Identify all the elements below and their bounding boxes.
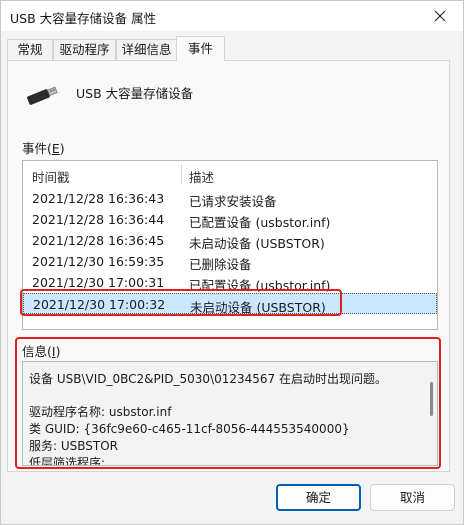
column-header-timestamp[interactable]: 时间戳 [32, 167, 70, 186]
event-time: 2021/12/30 17:00:31 [32, 275, 165, 290]
list-item[interactable]: 2021/12/28 16:36:45 未启动设备 (USBSTOR) [23, 230, 437, 251]
event-time: 2021/12/28 16:36:43 [32, 191, 165, 206]
column-header-description[interactable]: 描述 [189, 167, 214, 186]
event-time: 2021/12/30 17:00:32 [33, 297, 166, 312]
event-time: 2021/12/30 16:59:35 [32, 254, 165, 269]
list-item[interactable]: 2021/12/28 16:36:44 已配置设备 (usbstor.inf) [23, 209, 437, 230]
cancel-button[interactable]: 取消 [370, 484, 455, 511]
tab-events[interactable]: 事件 [176, 36, 225, 61]
list-header: 时间戳 描述 [23, 161, 437, 187]
info-line: 服务: USBSTOR [29, 439, 119, 453]
tab-details-label: 详细信息 [121, 42, 172, 57]
column-divider[interactable] [181, 164, 182, 184]
event-description: 未启动设备 (USBSTOR) [189, 236, 325, 251]
info-textbox[interactable]: 设备 USB\VID_0BC2&PID_5030\01234567 在启动时出现… [22, 361, 438, 466]
device-name: USB 大容量存储设备 [76, 86, 194, 101]
events-list[interactable]: 时间戳 描述 2021/12/28 16:36:43 已请求安装设备 2021/… [22, 160, 438, 330]
tab-driver-label: 驱动程序 [59, 42, 110, 57]
info-line: 低层筛选程序: [29, 456, 106, 466]
tab-general-label: 常规 [17, 42, 43, 57]
tab-events-label: 事件 [187, 41, 213, 56]
info-line: 类 GUID: {36fc9e60-c465-11cf-8056-4445535… [29, 422, 350, 436]
event-description: 已配置设备 (usbstor.inf) [189, 278, 331, 293]
list-item[interactable]: 2021/12/28 16:36:43 已请求安装设备 [23, 188, 437, 209]
info-line: 设备 USB\VID_0BC2&PID_5030\01234567 在启动时出现… [29, 372, 387, 386]
event-time: 2021/12/28 16:36:44 [32, 212, 165, 227]
event-time: 2021/12/28 16:36:45 [32, 233, 165, 248]
info-label: 信息(I) [22, 344, 61, 359]
list-item-selected[interactable]: 2021/12/30 17:00:32 未启动设备 (USBSTOR) [23, 293, 437, 315]
tab-details[interactable]: 详细信息 [116, 39, 177, 60]
event-description: 已请求安装设备 [189, 194, 277, 209]
usb-drive-icon [27, 86, 58, 105]
event-description: 已配置设备 (usbstor.inf) [189, 215, 331, 230]
title-bar: USB 大容量存储设备 属性 [1, 1, 463, 31]
tab-general[interactable]: 常规 [7, 39, 53, 60]
window-title: USB 大容量存储设备 属性 [10, 11, 157, 26]
list-item[interactable]: 2021/12/30 17:00:31 已配置设备 (usbstor.inf) [23, 272, 437, 293]
close-button[interactable] [417, 1, 463, 31]
info-line: 驱动程序名称: usbstor.inf [29, 405, 172, 419]
info-scrollbar[interactable] [430, 382, 433, 416]
list-item[interactable]: 2021/12/30 16:59:35 已删除设备 [23, 251, 437, 272]
event-description: 已删除设备 [189, 257, 252, 272]
close-icon [434, 10, 446, 22]
tab-driver[interactable]: 驱动程序 [53, 39, 116, 60]
ok-button[interactable]: 确定 [276, 484, 361, 511]
events-label: 事件(E) [22, 141, 65, 156]
event-description: 未启动设备 (USBSTOR) [190, 300, 326, 315]
